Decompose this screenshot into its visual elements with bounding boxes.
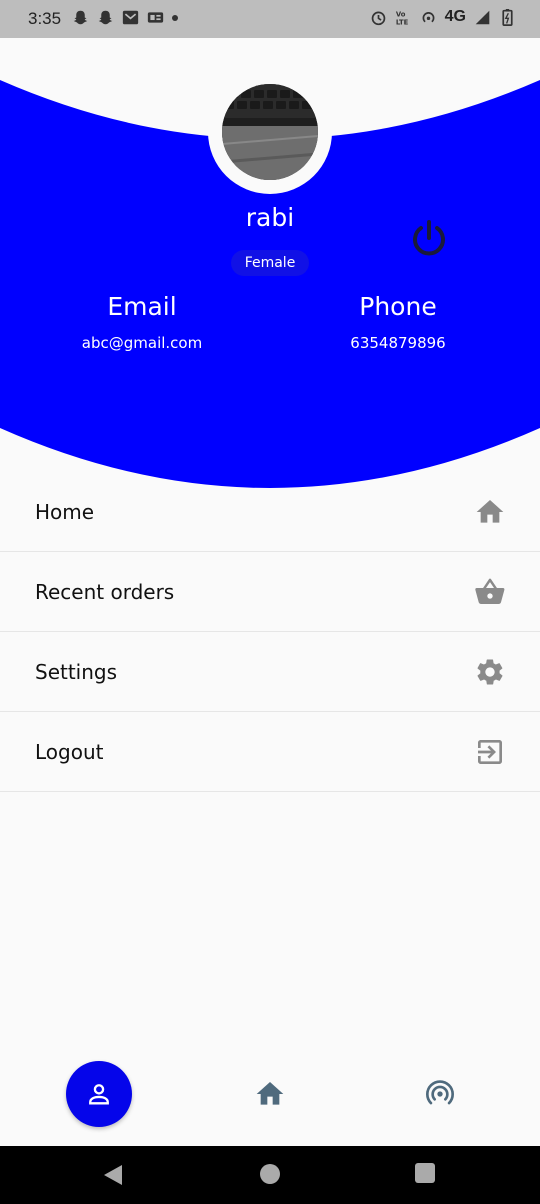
exit-icon	[478, 739, 502, 764]
notification-icons	[72, 9, 178, 26]
dot-icon	[172, 14, 178, 21]
person-icon	[89, 1084, 109, 1105]
menu-item-home[interactable]: Home	[0, 472, 540, 552]
nav-profile-button[interactable]	[66, 1061, 132, 1127]
gear-icon	[477, 658, 503, 685]
snapchat-icon	[73, 10, 88, 25]
news-icon	[147, 12, 164, 23]
email-label: Email	[107, 292, 177, 321]
menu-item-label: Home	[35, 499, 95, 524]
status-bar: 3:35 Vo LTE 4G	[0, 0, 540, 38]
radar-icon[interactable]	[424, 1078, 456, 1110]
signal-icon	[475, 10, 490, 24]
phone-value: 6354879896	[350, 334, 446, 352]
menu-item-settings[interactable]: Settings	[0, 632, 540, 712]
back-icon[interactable]	[102, 1163, 124, 1187]
menu-item-recent-orders[interactable]: Recent orders	[0, 552, 540, 632]
basket-icon	[475, 578, 505, 604]
keyboard-photo	[222, 84, 318, 180]
hotspot-icon	[422, 11, 435, 22]
phone-label: Phone	[359, 292, 437, 321]
home-icon	[476, 499, 504, 523]
system-navigation-bar	[0, 1146, 540, 1204]
menu-item-label: Recent orders	[35, 579, 175, 604]
system-icons: Vo LTE 4G	[370, 8, 516, 26]
home-button-icon[interactable]	[260, 1164, 280, 1184]
power-icon[interactable]	[408, 218, 450, 260]
network-type: 4G	[444, 8, 466, 25]
email-value: abc@gmail.com	[81, 334, 203, 352]
battery-icon	[502, 8, 513, 26]
bottom-navigation	[0, 1050, 540, 1146]
status-time: 3:35	[28, 9, 62, 28]
menu-item-label: Settings	[35, 659, 118, 684]
gender-badge: Female	[231, 250, 309, 276]
svg-text:LTE: LTE	[396, 18, 409, 26]
nav-home-icon[interactable]	[254, 1078, 286, 1110]
avatar[interactable]	[222, 84, 318, 180]
snapchat-icon	[98, 10, 113, 25]
gmail-icon	[122, 10, 139, 25]
volte-icon: VoLTE	[396, 10, 409, 26]
profile-screen: 3:35 Vo LTE 4G rabi Female Email abc@gma…	[0, 0, 540, 1204]
recents-icon[interactable]	[415, 1163, 435, 1183]
menu-item-logout[interactable]: Logout	[0, 712, 540, 792]
menu-item-label: Logout	[35, 739, 104, 764]
profile-menu: Home Recent orders Settings Logout	[0, 472, 540, 792]
svg-text:Vo: Vo	[396, 10, 406, 18]
user-name: rabi	[245, 203, 295, 232]
alarm-icon	[371, 11, 385, 25]
